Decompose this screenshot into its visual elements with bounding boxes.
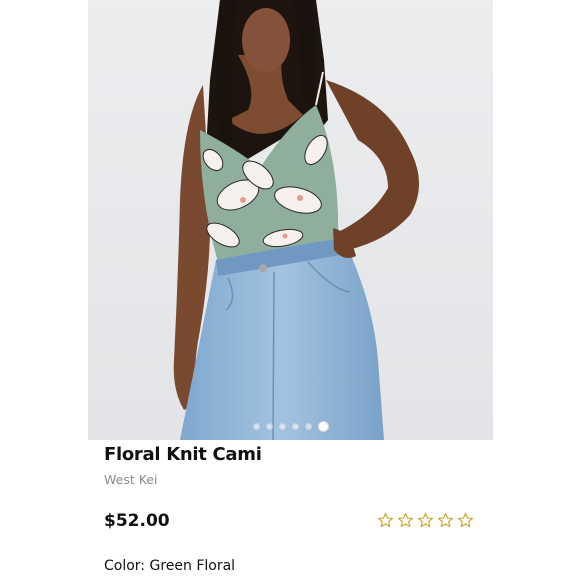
star-outline-icon[interactable]	[457, 512, 474, 529]
star-rating[interactable]	[377, 512, 474, 529]
gallery-dot[interactable]	[252, 423, 260, 430]
product-image[interactable]	[88, 0, 493, 440]
gallery-dot[interactable]	[291, 423, 299, 430]
gallery-dot[interactable]	[265, 423, 273, 430]
star-outline-icon[interactable]	[377, 512, 394, 529]
gallery-dot[interactable]	[304, 423, 312, 430]
gallery-dot-active[interactable]	[317, 421, 329, 432]
star-outline-icon[interactable]	[417, 512, 434, 529]
product-title: Floral Knit Cami	[104, 444, 262, 465]
model-photo	[88, 0, 493, 440]
gallery-dot[interactable]	[278, 423, 286, 430]
selected-color-label: Color: Green Floral	[104, 558, 236, 574]
gallery-pagination	[88, 421, 493, 432]
star-outline-icon[interactable]	[397, 512, 414, 529]
product-price: $52.00	[104, 511, 170, 531]
star-outline-icon[interactable]	[437, 512, 454, 529]
brand-link[interactable]: West Kei	[104, 472, 157, 487]
